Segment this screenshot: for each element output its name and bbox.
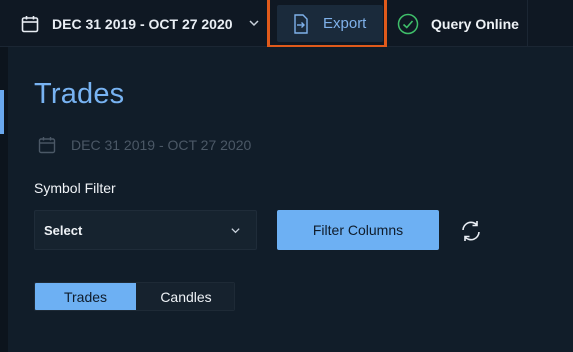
query-status-label: Query Online [431, 15, 519, 32]
query-status: Query Online [392, 0, 528, 47]
date-range-display: DEC 31 2019 - OCT 27 2020 [38, 136, 251, 154]
tab-trades[interactable]: Trades [35, 283, 136, 310]
calendar-icon [38, 137, 56, 154]
chevron-down-icon [231, 228, 240, 234]
top-bar: DEC 31 2019 - OCT 27 2020 Export Query O… [0, 0, 573, 48]
export-highlight-box [267, 0, 387, 48]
check-circle-icon [397, 13, 419, 34]
chevron-down-icon [249, 20, 259, 27]
date-range-display-text: DEC 31 2019 - OCT 27 2020 [71, 137, 252, 153]
symbol-filter-label: Symbol Filter [34, 180, 116, 196]
app-root: DEC 31 2019 - OCT 27 2020 Export Query O… [0, 0, 573, 352]
refresh-button[interactable] [458, 218, 484, 244]
date-range-selector[interactable]: DEC 31 2019 - OCT 27 2020 [0, 0, 268, 47]
calendar-icon [21, 15, 39, 32]
refresh-icon [462, 221, 480, 241]
view-toggle: Trades Candles [34, 282, 235, 311]
active-nav-indicator [0, 90, 4, 134]
symbol-select-value: Select [44, 222, 83, 238]
tab-candles[interactable]: Candles [136, 283, 234, 310]
symbol-select[interactable]: Select [34, 210, 257, 250]
date-range-text: DEC 31 2019 - OCT 27 2020 [52, 15, 233, 32]
page-title: Trades [34, 78, 125, 110]
filter-columns-button[interactable]: Filter Columns [277, 210, 439, 250]
